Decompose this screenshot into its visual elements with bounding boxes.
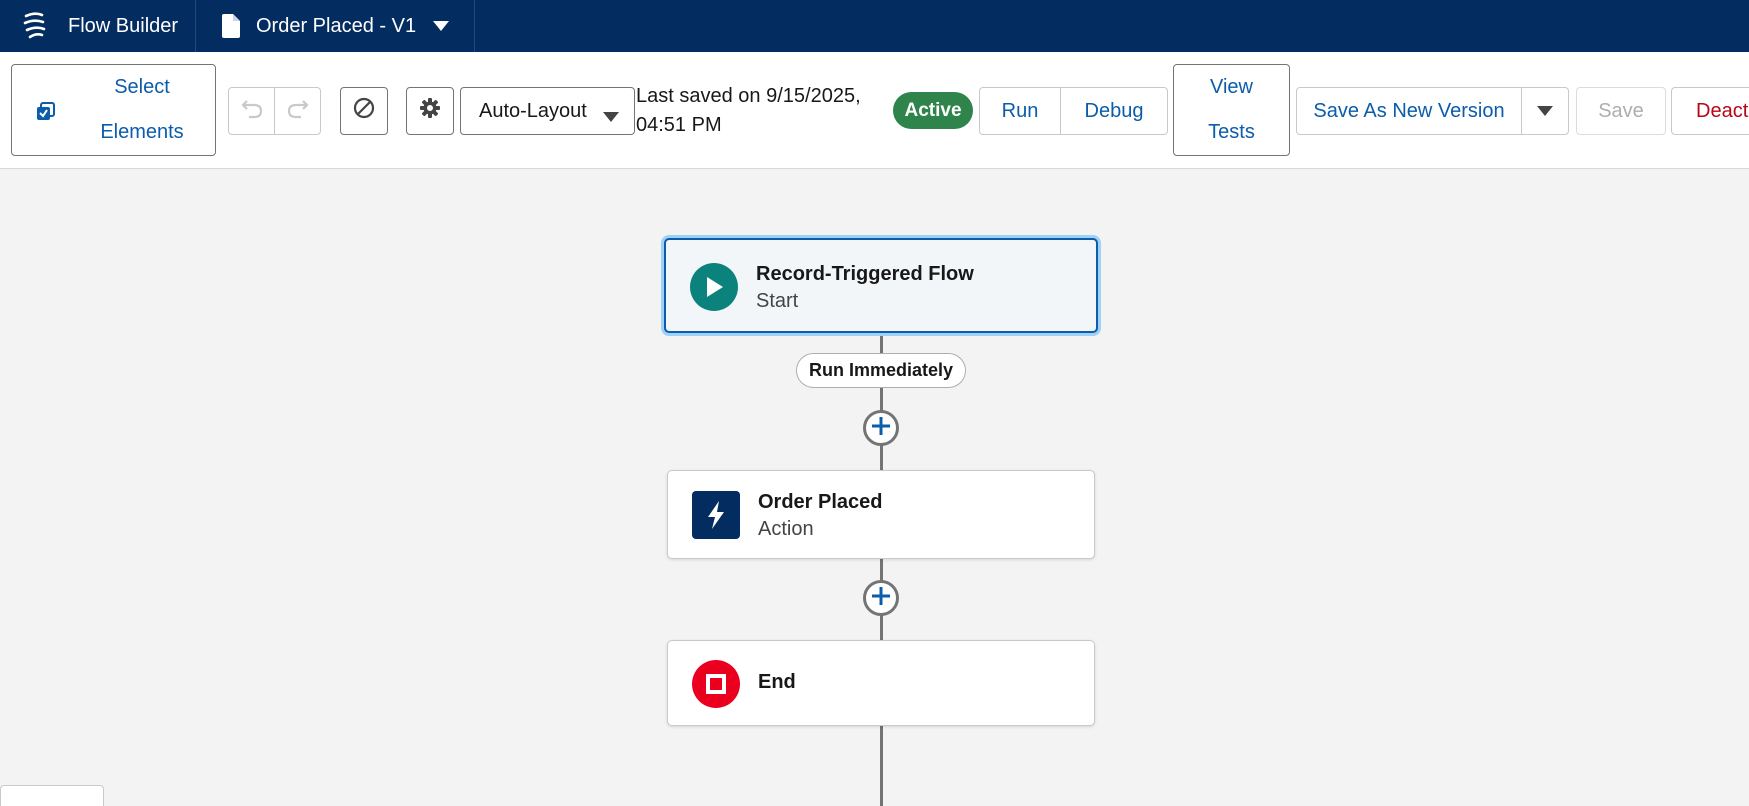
action-node[interactable]: Order Placed Action [667, 470, 1095, 559]
toolbar: Select Elements Auto-Layout Last saved o… [0, 52, 1749, 169]
layout-mode-select[interactable]: Auto-Layout [460, 87, 635, 135]
add-element-button[interactable] [863, 410, 899, 446]
chevron-down-icon [432, 20, 450, 32]
add-icon [870, 585, 892, 612]
save-as-new-version-button[interactable]: Save As New Version [1296, 87, 1522, 135]
undo-redo-group [228, 87, 321, 135]
last-saved-line-2: 04:51 PM [636, 114, 722, 136]
start-node-subtitle: Start [756, 290, 799, 312]
app-brand: Flow Builder [22, 0, 178, 52]
last-saved-text: Last saved on 9/15/2025, 04:51 PM [636, 82, 866, 140]
chevron-down-icon [602, 106, 620, 129]
select-elements-label-2: Elements [100, 121, 184, 143]
run-button[interactable]: Run [979, 87, 1061, 135]
layout-mode-value: Auto-Layout [479, 99, 587, 122]
zoom-controls[interactable] [0, 785, 104, 806]
start-node[interactable]: Record-Triggered Flow Start [664, 238, 1098, 333]
header-divider [474, 0, 475, 52]
undo-button[interactable] [228, 87, 275, 135]
end-node-title: End [758, 671, 796, 693]
gear-icon [419, 97, 441, 125]
flow-logo-icon [22, 12, 48, 40]
run-debug-group: Run Debug [979, 87, 1168, 135]
action-node-title: Order Placed [758, 491, 883, 513]
app-header: Flow Builder Order Placed - V1 [0, 0, 1749, 52]
flow-version-switcher[interactable]: Order Placed - V1 [222, 0, 450, 52]
start-node-title: Record-Triggered Flow [756, 263, 974, 285]
header-divider [195, 0, 196, 52]
view-tests-label-2: Tests [1208, 121, 1255, 143]
undo-icon [240, 97, 263, 125]
end-node[interactable]: End [667, 640, 1095, 726]
select-elements-button[interactable]: Select Elements [11, 64, 216, 156]
redo-button[interactable] [274, 87, 321, 135]
select-elements-icon [36, 102, 56, 128]
add-element-button[interactable] [863, 580, 899, 616]
action-node-subtitle: Action [758, 518, 814, 540]
view-tests-button[interactable]: View Tests [1173, 64, 1290, 156]
deselect-button[interactable] [340, 87, 388, 135]
document-icon [222, 14, 240, 38]
redo-icon [287, 97, 309, 125]
status-badge: Active [893, 92, 973, 129]
play-icon [690, 263, 738, 311]
debug-button[interactable]: Debug [1060, 87, 1168, 135]
save-button[interactable]: Save [1576, 87, 1666, 135]
lightning-icon [692, 491, 740, 539]
last-saved-line-1: Last saved on 9/15/2025, [636, 85, 861, 107]
save-options-button[interactable] [1521, 87, 1569, 135]
settings-button[interactable] [406, 87, 454, 135]
flow-name: Order Placed - V1 [256, 14, 417, 37]
select-elements-label-1: Select [114, 76, 170, 98]
deactivate-button[interactable]: Deacti [1671, 87, 1749, 135]
stop-icon [692, 660, 740, 708]
no-entry-icon [353, 97, 375, 125]
view-tests-label-1: View [1210, 76, 1253, 98]
flow-canvas[interactable]: Record-Triggered Flow Start Run Immediat… [0, 169, 1749, 806]
add-icon [870, 415, 892, 442]
path-label[interactable]: Run Immediately [796, 353, 966, 388]
app-title: Flow Builder [68, 14, 179, 37]
chevron-down-icon [1536, 100, 1554, 123]
save-version-group: Save As New Version [1296, 87, 1569, 135]
